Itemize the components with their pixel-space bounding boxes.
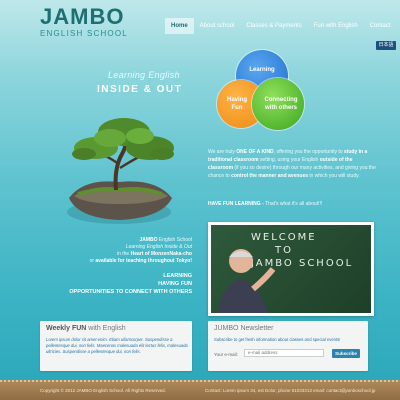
weekly-fun-title: Weekly FUN with English <box>46 325 126 332</box>
weekly-fun-title-bold: Weekly FUN <box>46 325 87 332</box>
intro-bold-4: control the manner and avenues <box>231 173 309 179</box>
pillar-having-fun: HAVING FUN <box>158 281 192 287</box>
email-label: Your e-mail: <box>214 352 238 357</box>
location-line-3: in the Heart of MonzenNaka-cho <box>60 251 192 258</box>
intro-text-5: in which you will study. <box>308 173 360 179</box>
welcome-photo: WELCOME TO JAMBO SCHOOL <box>208 222 374 316</box>
japanese-language-button[interactable]: 日本語 <box>376 41 396 50</box>
location-or: or <box>89 258 95 264</box>
nav-home[interactable]: Home <box>165 18 194 34</box>
connecting-circle-label: Connecting with others <box>264 97 298 111</box>
pillars-list: LEARNING HAVING FUN OPPORTUNITIES TO CON… <box>60 272 192 296</box>
main-nav: Home About school Classes & Payments Fun… <box>165 18 396 34</box>
school-location-text: JAMBO English School Learning English In… <box>60 237 192 265</box>
intro-bold-1: ONE OF A KIND <box>236 149 274 155</box>
location-tokyo: throughout Tokyo! <box>146 258 192 264</box>
nav-contact[interactable]: Contact <box>364 18 397 34</box>
logo-title: JAMBO <box>40 4 125 29</box>
nav-about-school[interactable]: About school <box>194 18 241 34</box>
nav-classes-payments[interactable]: Classes & Payments <box>240 18 307 34</box>
newsletter-panel: JUMBO Newsletter Subscribe to get fresh … <box>208 321 368 371</box>
footer: Copyright © 2012 JAMBO English School. A… <box>0 380 400 400</box>
pillar-learning: LEARNING <box>163 273 192 279</box>
page: JAMBO ENGLISH SCHOOL Home About school C… <box>0 0 400 400</box>
have-fun-learning: HAVE FUN LEARNING - That's what it's all… <box>208 201 322 207</box>
learning-circle-label: Learning <box>249 67 275 73</box>
newsletter-text: Subscribe to get fresh information about… <box>214 337 341 342</box>
location-available: available for teaching <box>95 258 147 264</box>
have-fun-rest: That's what it's all about!!! <box>263 201 323 207</box>
weekly-fun-panel: Weekly FUN with English Lorem ipsum dolo… <box>40 321 192 371</box>
connecting-circle: Connecting with others <box>252 78 304 130</box>
location-school-type: English School <box>157 237 192 243</box>
weekly-fun-text: Lorem ipsum dolor sit amet enim. Etiam u… <box>46 337 188 354</box>
location-area: Heart of MonzenNaka-cho <box>130 251 192 257</box>
footer-copyright: Copyright © 2012 JAMBO English School. A… <box>40 388 166 393</box>
nav-fun-with-english[interactable]: Fun with English <box>308 18 364 34</box>
location-line-2: Learning English Inside & Out <box>60 244 192 251</box>
pillar-opportunities: OPPORTUNITIES TO CONNECT WITH OTHERS <box>69 289 192 295</box>
location-slogan: Learning English Inside & Out <box>125 244 192 250</box>
intro-text-1: We are truly <box>208 149 235 155</box>
chalkboard: WELCOME TO JAMBO SCHOOL <box>211 225 371 313</box>
hero-tagline-strong: INSIDE & OUT <box>97 84 183 95</box>
intro-text-2: , offering you the opportunity to <box>273 149 343 155</box>
have-fun-bold: HAVE FUN LEARNING - <box>208 201 264 207</box>
logo-subtitle: ENGLISH SCHOOL <box>40 29 128 38</box>
location-school-name: JAMBO <box>139 237 158 243</box>
weekly-fun-title-rest: with English <box>86 325 126 332</box>
location-line-1: JAMBO English School <box>60 237 192 244</box>
logo[interactable]: JAMBO ENGLISH SCHOOL <box>40 4 128 39</box>
bonsai-island-illustration <box>67 118 174 224</box>
intro-paragraph: We are truly ONE OF A KIND, offering you… <box>208 148 378 180</box>
location-line-4: or available for teaching throughout Tok… <box>60 258 192 265</box>
footer-contact: Contact: Lorem ipsum 34, est Dolor, phon… <box>205 388 376 393</box>
email-field[interactable] <box>244 349 324 357</box>
teacher-figure <box>217 249 276 313</box>
intro-text-3: setting, using your English <box>258 157 319 163</box>
newsletter-title: JUMBO Newsletter <box>214 325 274 332</box>
subscribe-button[interactable]: Subscribe <box>332 349 360 358</box>
location-in-the: in the <box>116 251 130 257</box>
having-fun-circle-label: Having Fun <box>226 97 247 111</box>
hero-tagline: Learning English <box>108 70 180 80</box>
